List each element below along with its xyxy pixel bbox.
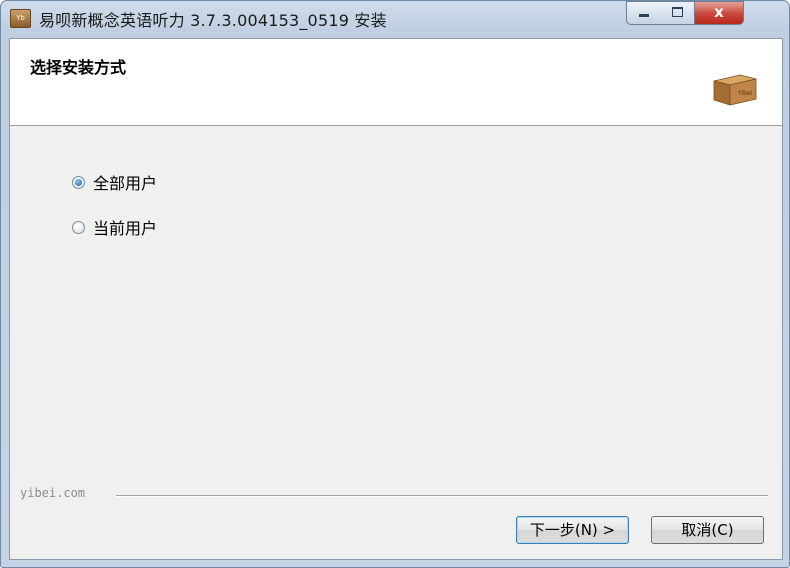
close-button[interactable]: x bbox=[695, 1, 744, 25]
window-title: 易呗新概念英语听力 3.7.3.004153_0519 安装 bbox=[39, 11, 387, 30]
option-label: 全部用户 bbox=[93, 174, 158, 193]
cancel-button[interactable]: 取消(C) bbox=[651, 516, 764, 544]
option-current-user[interactable]: 当前用户 bbox=[72, 216, 157, 238]
page-title: 选择安装方式 bbox=[30, 58, 127, 77]
header-panel: 选择安装方式 Yibei bbox=[10, 39, 782, 126]
next-button[interactable]: 下一步(N) > bbox=[516, 516, 629, 544]
installer-window: Yb 易呗新概念英语听力 3.7.3.004153_0519 安装 x 选择安装… bbox=[0, 0, 790, 568]
brand-text: yibei.com bbox=[20, 486, 86, 500]
maximize-button[interactable] bbox=[661, 1, 695, 25]
minimize-icon bbox=[639, 14, 649, 17]
logo-text: Yibei bbox=[737, 90, 753, 97]
package-box-icon: Yibei bbox=[713, 74, 757, 106]
minimize-button[interactable] bbox=[626, 1, 662, 25]
app-icon: Yb bbox=[10, 9, 31, 28]
installer-body: 选择安装方式 Yibei 全部用户 当前用户 yibei.com 下一步(N) … bbox=[9, 38, 783, 560]
title-bar[interactable]: Yb 易呗新概念英语听力 3.7.3.004153_0519 安装 x bbox=[1, 1, 789, 37]
radio-current-user[interactable] bbox=[72, 220, 85, 234]
divider bbox=[116, 495, 768, 497]
option-label: 当前用户 bbox=[93, 219, 158, 238]
radio-all-users[interactable] bbox=[72, 175, 85, 189]
maximize-icon bbox=[672, 7, 683, 17]
close-icon: x bbox=[714, 3, 724, 21]
option-all-users[interactable]: 全部用户 bbox=[72, 171, 157, 193]
